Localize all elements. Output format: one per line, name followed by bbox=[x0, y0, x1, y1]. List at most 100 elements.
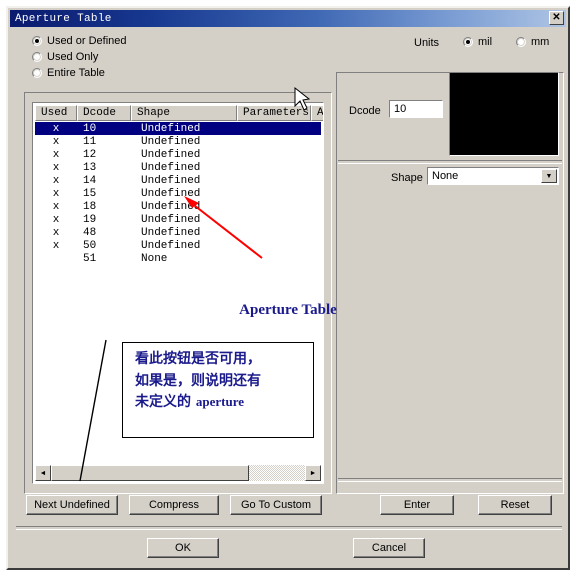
radio-label: Used or Defined bbox=[47, 35, 127, 47]
dcode-input[interactable]: 10 bbox=[389, 100, 443, 118]
column-header-dcode[interactable]: Dcode bbox=[77, 105, 131, 121]
column-header-used[interactable]: Used bbox=[35, 105, 77, 121]
cell-used: x bbox=[52, 135, 60, 148]
cell-shape: Undefined bbox=[141, 200, 201, 213]
table-header-row: Used Dcode Shape Parameters Angl bbox=[35, 105, 323, 121]
enter-button[interactable]: Enter bbox=[380, 495, 454, 515]
cell-angl: 0.0 bbox=[321, 214, 323, 226]
cell-used: x bbox=[52, 174, 60, 187]
scrollbar-track[interactable] bbox=[249, 465, 305, 481]
table-row[interactable]: x 11 Undefined 0.0 bbox=[35, 135, 321, 148]
compress-button[interactable]: Compress bbox=[129, 495, 219, 515]
cell-shape: Undefined bbox=[141, 226, 201, 239]
horizontal-scrollbar[interactable]: ◄ ► bbox=[35, 465, 321, 481]
cell-dcode: 15 bbox=[83, 187, 97, 200]
cell-dcode: 12 bbox=[83, 148, 97, 161]
cell-angl: 0.0 bbox=[321, 175, 323, 187]
annotation-callout: 看此按钮是否可用， 如果是，则说明还有 未定义的 aperture bbox=[122, 342, 314, 438]
cell-used: x bbox=[52, 239, 60, 252]
table-row[interactable]: x 12 Undefined 0.0 bbox=[35, 148, 321, 161]
column-header-shape[interactable]: Shape bbox=[131, 105, 237, 121]
cell-dcode: 10 bbox=[83, 122, 97, 135]
cell-angl: 0.0 bbox=[321, 136, 323, 148]
cell-dcode: 13 bbox=[83, 161, 97, 174]
cell-angl: 0.0 bbox=[321, 162, 323, 174]
annotation-line-1: 看此按钮是否可用， bbox=[135, 351, 261, 367]
cell-dcode: 18 bbox=[83, 200, 97, 213]
annotation-line-3-cn: 未定义的 bbox=[135, 394, 196, 411]
radio-used-only[interactable]: Used Only bbox=[32, 51, 98, 63]
radio-indicator bbox=[32, 68, 42, 78]
table-row[interactable]: 51 None 0.0 bbox=[35, 252, 321, 265]
window-title: Aperture Table bbox=[15, 12, 112, 25]
cell-angl: 0.0 bbox=[321, 188, 323, 200]
radio-indicator bbox=[32, 36, 42, 46]
table-row[interactable]: x 14 Undefined 0.0 bbox=[35, 174, 321, 187]
go-to-custom-button[interactable]: Go To Custom bbox=[230, 495, 322, 515]
radio-indicator bbox=[463, 37, 473, 47]
next-undefined-button[interactable]: Next Undefined bbox=[26, 495, 118, 515]
radio-label: Used Only bbox=[47, 51, 99, 63]
cancel-button[interactable]: Cancel bbox=[353, 538, 425, 558]
cell-dcode: 50 bbox=[83, 239, 97, 252]
close-icon[interactable]: ✕ bbox=[549, 11, 564, 25]
cell-dcode: 48 bbox=[83, 226, 97, 239]
table-row[interactable]: x 19 Undefined 0.0 bbox=[35, 213, 321, 226]
radio-indicator bbox=[516, 37, 526, 47]
ok-button[interactable]: OK bbox=[147, 538, 219, 558]
cell-shape: Undefined bbox=[141, 161, 201, 174]
annotation-line-3-en: aperture bbox=[195, 394, 245, 410]
cell-shape: Undefined bbox=[141, 148, 201, 161]
cell-dcode: 11 bbox=[83, 135, 97, 148]
cell-angl: 0.0 bbox=[321, 201, 323, 213]
panel-title: Aperture Table bbox=[239, 302, 337, 318]
radio-label: Entire Table bbox=[47, 67, 105, 79]
shape-dropdown[interactable]: None ▼ bbox=[427, 167, 559, 185]
cell-shape: Undefined bbox=[141, 174, 201, 187]
scroll-right-icon[interactable]: ► bbox=[305, 465, 321, 481]
dcode-label: Dcode bbox=[349, 105, 381, 117]
cell-dcode: 51 bbox=[83, 252, 97, 265]
table-row[interactable]: x 18 Undefined 0.0 bbox=[35, 200, 321, 213]
chevron-down-icon[interactable]: ▼ bbox=[541, 169, 557, 183]
units-label: Units bbox=[414, 37, 440, 49]
column-header-angle[interactable]: Angl bbox=[311, 105, 323, 121]
radio-units-mm[interactable]: mm bbox=[516, 36, 549, 48]
table-row[interactable]: x 13 Undefined 0.0 bbox=[35, 161, 321, 174]
aperture-table-dialog: Aperture Table ✕ Used or Defined Used On… bbox=[6, 6, 570, 570]
radio-label: mil bbox=[478, 36, 493, 48]
cell-shape: Undefined bbox=[141, 187, 201, 200]
cell-angl: 0.0 bbox=[321, 227, 323, 239]
scrollbar-thumb[interactable] bbox=[51, 465, 249, 481]
radio-used-or-defined[interactable]: Used or Defined bbox=[32, 35, 127, 47]
annotation-line-2: 如果是，则说明还有 bbox=[135, 372, 261, 389]
cell-shape: Undefined bbox=[141, 213, 201, 226]
radio-label: mm bbox=[531, 36, 550, 48]
cell-used: x bbox=[52, 226, 60, 239]
cell-used: x bbox=[52, 187, 60, 200]
shape-label: Shape bbox=[391, 172, 423, 184]
cell-dcode: 19 bbox=[83, 213, 97, 226]
table-row[interactable]: x 50 Undefined 0.0 bbox=[35, 239, 321, 252]
cell-angl: 0.0 bbox=[321, 123, 323, 135]
cell-used: x bbox=[52, 161, 60, 174]
panel-divider-1 bbox=[338, 160, 562, 164]
cell-shape: Undefined bbox=[141, 122, 201, 135]
cell-angl: 0.0 bbox=[321, 240, 323, 252]
cell-shape: Undefined bbox=[141, 135, 201, 148]
annotation-line-3: 未定义的 aperture bbox=[135, 392, 313, 414]
table-row[interactable]: x 48 Undefined 0.0 bbox=[35, 226, 321, 239]
aperture-preview bbox=[449, 72, 559, 156]
reset-button[interactable]: Reset bbox=[478, 495, 552, 515]
cell-used: x bbox=[52, 122, 60, 135]
radio-units-mil[interactable]: mil bbox=[463, 36, 492, 48]
table-row[interactable]: x 15 Undefined 0.0 bbox=[35, 187, 321, 200]
column-header-parameters[interactable]: Parameters bbox=[237, 105, 311, 121]
cell-angl: 0.0 bbox=[321, 149, 323, 161]
panel-divider-2 bbox=[338, 478, 562, 482]
radio-entire-table[interactable]: Entire Table bbox=[32, 67, 105, 79]
scroll-left-icon[interactable]: ◄ bbox=[35, 465, 51, 481]
cell-dcode: 14 bbox=[83, 174, 97, 187]
title-bar: Aperture Table ✕ bbox=[10, 10, 566, 27]
table-row[interactable]: x 10 Undefined 0.0 bbox=[35, 122, 321, 135]
